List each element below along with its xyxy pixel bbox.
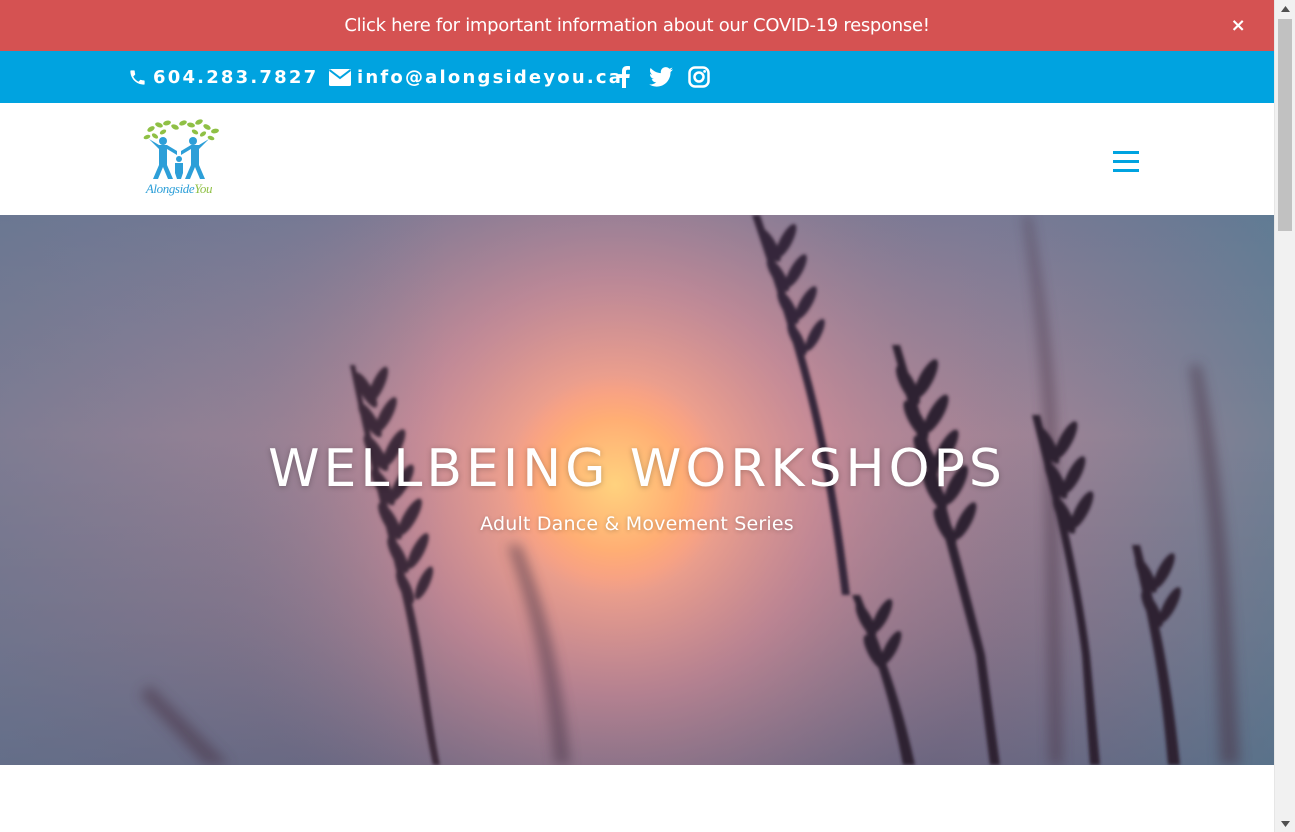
page: Click here for important information abo… <box>0 0 1295 832</box>
scrollbar-thumb[interactable] <box>1278 19 1292 231</box>
covid-banner-link[interactable]: Click here for important information abo… <box>344 15 930 36</box>
site-header: AlongsideYou <box>0 103 1274 215</box>
envelope-icon <box>329 68 351 86</box>
contact-bar: 604.283.7827 info@alongsideyou.ca <box>0 51 1274 103</box>
vertical-scrollbar[interactable] <box>1274 0 1295 832</box>
close-icon[interactable]: × <box>1228 14 1248 36</box>
site-logo[interactable]: AlongsideYou <box>133 119 225 201</box>
hamburger-menu-icon[interactable] <box>1113 151 1139 173</box>
browser-viewport: Click here for important information abo… <box>0 0 1274 832</box>
instagram-icon[interactable] <box>686 64 712 90</box>
email-address[interactable]: info@alongsideyou.ca <box>357 67 623 88</box>
hero-title: WELLBEING WORKSHOPS <box>268 439 1006 499</box>
email-link[interactable]: info@alongsideyou.ca <box>329 51 623 103</box>
logo-wordmark: AlongsideYou <box>145 181 213 196</box>
covid-banner[interactable]: Click here for important information abo… <box>0 0 1274 51</box>
facebook-icon[interactable] <box>611 64 637 90</box>
hero-subtitle: Adult Dance & Movement Series <box>480 513 794 535</box>
twitter-icon[interactable] <box>648 64 674 90</box>
logo-tree-icon <box>143 119 219 179</box>
phone-link[interactable]: 604.283.7827 <box>128 51 318 103</box>
phone-number[interactable]: 604.283.7827 <box>153 67 318 88</box>
hero-section: WELLBEING WORKSHOPS Adult Dance & Moveme… <box>0 215 1274 765</box>
phone-icon <box>130 69 145 85</box>
scroll-down-arrow-icon[interactable] <box>1275 815 1295 832</box>
scroll-up-arrow-icon[interactable] <box>1275 0 1295 17</box>
